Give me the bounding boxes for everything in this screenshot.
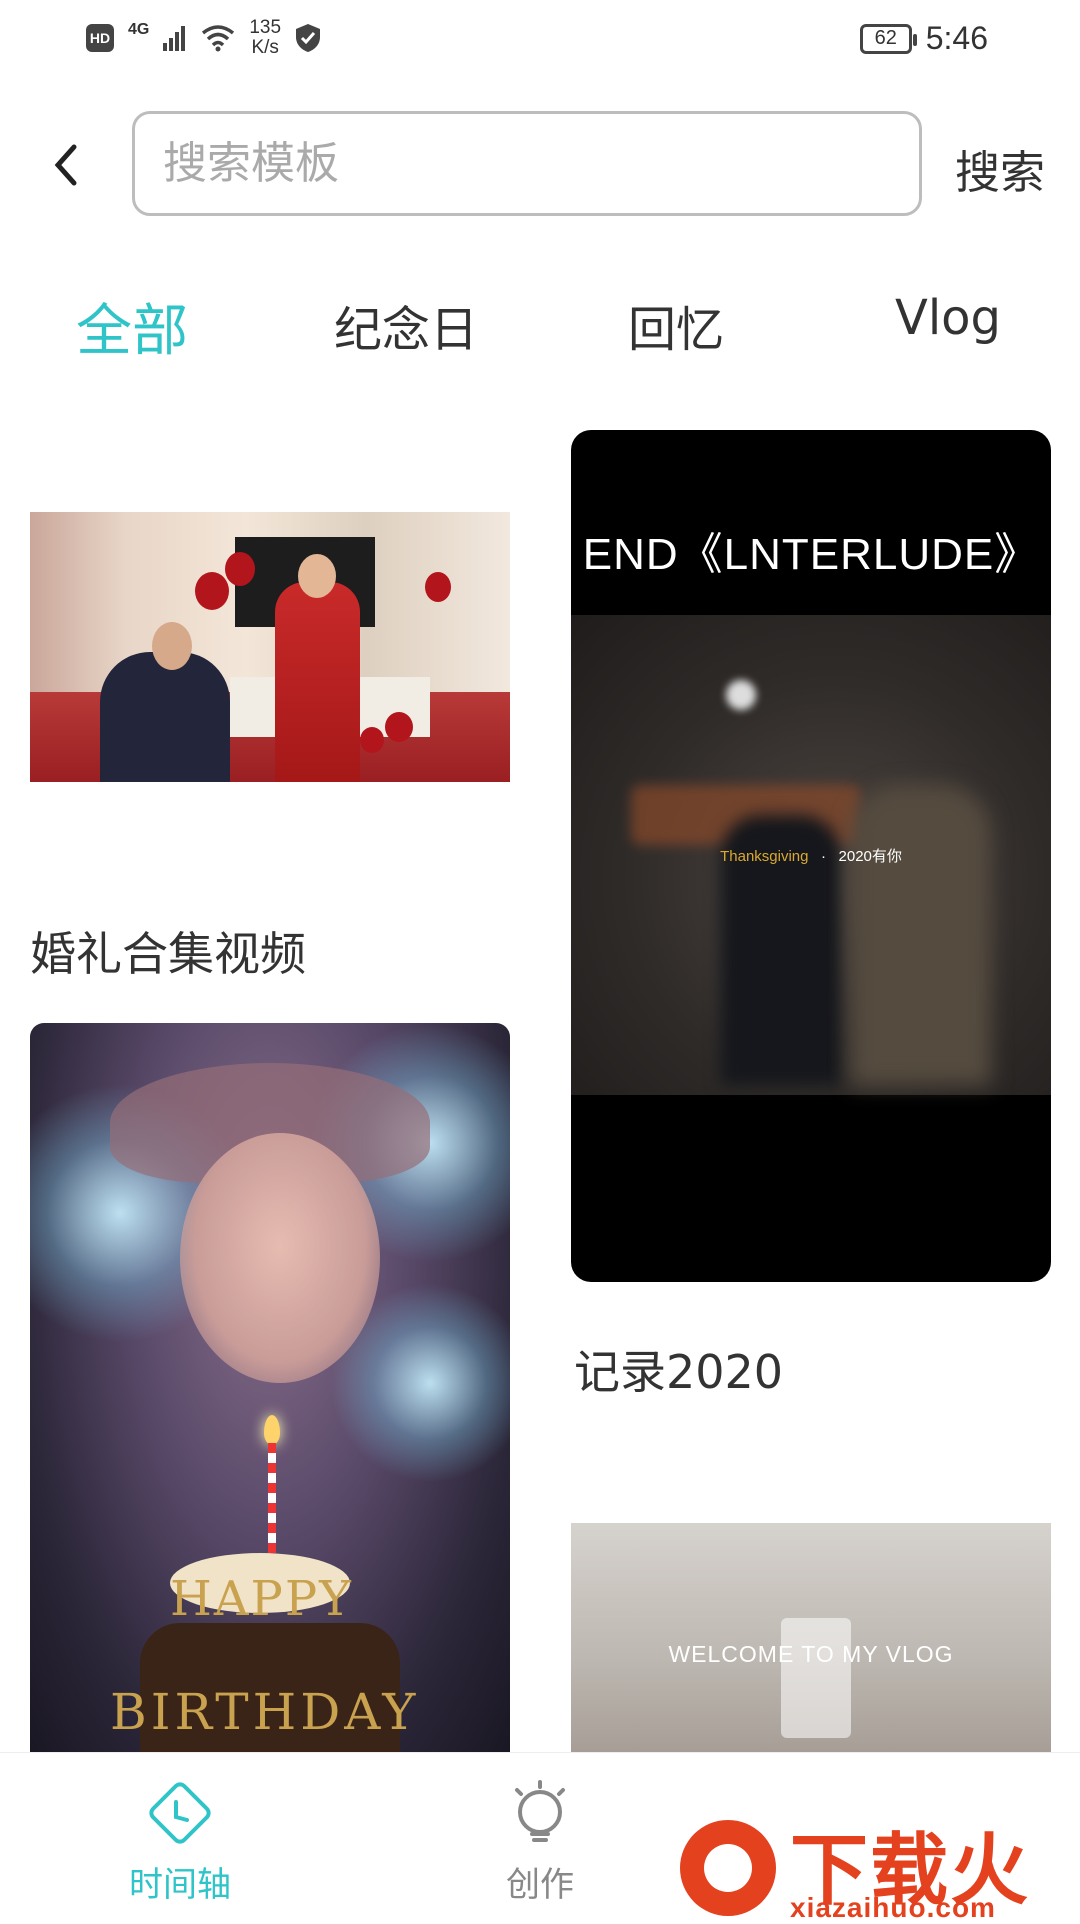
battery-icon: 62	[859, 23, 917, 54]
speed-value: 135	[249, 17, 282, 38]
interlude-overlay-title: END《LNTERLUDE》	[582, 530, 1040, 579]
vlog-glass	[781, 1618, 851, 1738]
clock: 5:46	[925, 20, 988, 56]
shield-icon	[296, 24, 321, 52]
speed-unit: K/s	[251, 37, 279, 58]
status-left: HD 4G 135 K/s	[86, 18, 321, 58]
tab-memories[interactable]: 回忆	[628, 290, 724, 360]
interlude-card-title[interactable]: 记录2020	[574, 1336, 783, 1402]
wedding-groom-head	[152, 622, 192, 670]
tab-anniversary[interactable]: 纪念日	[334, 290, 478, 360]
vlog-overlay-title: WELCOME TO MY VLOG	[668, 1641, 954, 1667]
signal-icon	[163, 26, 186, 51]
status-right: 62 5:46	[859, 20, 988, 57]
search-button[interactable]: 搜索	[955, 136, 1045, 201]
interlude-template-thumbnail[interactable]: END《LNTERLUDE》 Thanksgiving · 2020有你	[571, 430, 1051, 1282]
candle	[268, 1443, 276, 1553]
vlog-template-thumbnail[interactable]: WELCOME TO MY VLOG	[571, 1523, 1051, 1753]
caption-gold: Thanksgiving	[720, 848, 809, 865]
search-box	[132, 111, 922, 216]
back-arrow-icon	[54, 144, 77, 186]
tab-vlog[interactable]: Vlog	[895, 290, 1001, 346]
nav-timeline[interactable]: 时间轴	[90, 1773, 270, 1906]
happy-letters: HAPPY	[170, 1571, 353, 1627]
nav-create-label: 创作	[506, 1865, 574, 1905]
interlude-caption: Thanksgiving · 2020有你	[571, 845, 1051, 866]
nav-timeline-label: 时间轴	[129, 1865, 231, 1905]
status-bar: HD 4G 135 K/s 62 5:46	[0, 0, 1080, 80]
category-tabs: 全部 纪念日 回忆 Vlog	[0, 290, 1080, 370]
wedding-bride	[275, 582, 360, 782]
balloon	[195, 572, 229, 610]
network-icon: 4G	[128, 21, 150, 38]
candle-flame	[264, 1415, 280, 1445]
wedding-groom	[100, 652, 230, 782]
balloon	[425, 572, 451, 602]
network-speed: 135 K/s	[249, 18, 281, 58]
tab-all[interactable]: 全部	[76, 286, 188, 367]
timeline-icon	[140, 1773, 220, 1853]
birthday-template-thumbnail[interactable]: HAPPY BIRTHDAY	[30, 1023, 510, 1753]
wedding-card-title[interactable]: 婚礼合集视频	[30, 918, 306, 984]
interlude-video-frame: Thanksgiving · 2020有你	[571, 615, 1051, 1095]
birthday-face	[180, 1133, 380, 1383]
nav-create[interactable]: 创作	[450, 1773, 630, 1906]
birthday-letters: BIRTHDAY	[110, 1683, 420, 1741]
search-input[interactable]	[135, 114, 919, 213]
blurred-light	[726, 680, 756, 710]
back-button[interactable]	[44, 135, 88, 195]
watermark-logo: 下载火 xiazaihuo.com	[640, 1780, 1080, 1923]
caption-separator: ·	[821, 848, 826, 865]
wifi-icon	[202, 25, 235, 52]
watermark-download-icon	[680, 1820, 776, 1916]
balloon	[360, 727, 384, 753]
wedding-template-thumbnail[interactable]	[30, 512, 510, 782]
balloon	[225, 552, 255, 586]
create-icon	[500, 1773, 580, 1853]
hd-icon: HD	[86, 24, 114, 52]
caption-white: 2020有你	[838, 848, 902, 865]
blurred-person	[851, 785, 991, 1085]
wedding-bride-head	[298, 554, 336, 598]
balloon	[385, 712, 413, 742]
watermark-url: xiazaihuo.com	[790, 1892, 996, 1923]
